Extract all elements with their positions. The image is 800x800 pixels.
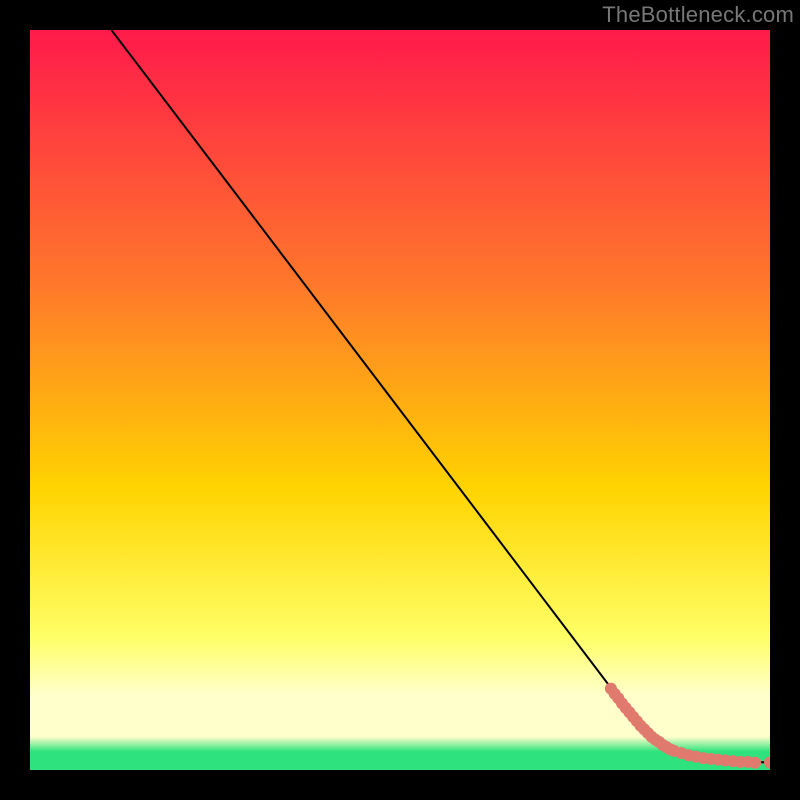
watermark-text: TheBottleneck.com bbox=[602, 2, 794, 28]
plot-background bbox=[30, 30, 770, 770]
data-point bbox=[749, 757, 761, 769]
chart-frame: TheBottleneck.com bbox=[0, 0, 800, 800]
chart-plot bbox=[30, 30, 770, 770]
